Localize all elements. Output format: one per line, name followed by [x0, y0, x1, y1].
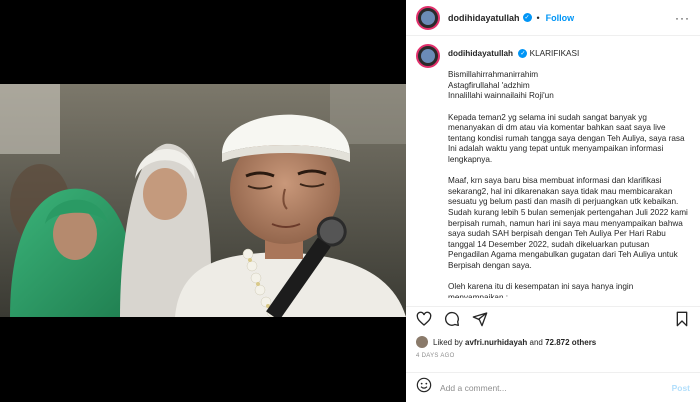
caption-verified-icon: ✓ — [518, 49, 528, 59]
caption-area: dodihidayatullah ✓ KLARIFIKASI Bismillah… — [406, 36, 700, 298]
bookmark-icon[interactable] — [674, 311, 690, 327]
caption-paragraph: Maaf, krn saya baru bisa membuat informa… — [448, 176, 688, 270]
heart-icon[interactable] — [416, 311, 432, 327]
post-comment-button[interactable]: Post — [672, 383, 690, 393]
avatar[interactable] — [416, 5, 440, 30]
caption-username[interactable]: dodihidayatullah — [448, 49, 513, 58]
caption-text: dodihidayatullah ✓ KLARIFIKASI Bismillah… — [448, 44, 690, 298]
caption-paragraph: Kepada teman2 yg selama ini sudah sangat… — [448, 112, 685, 164]
likes-prefix: Liked by — [433, 337, 463, 347]
comment-icon[interactable] — [444, 311, 460, 327]
caption-line: Bismillahirrahmanirrahim — [448, 70, 539, 80]
header-username[interactable]: dodihidayatullah — [448, 13, 520, 23]
caption-paragraph: Oleh karena itu di kesempatan ini saya h… — [448, 282, 634, 298]
follow-button[interactable]: Follow — [546, 13, 575, 23]
separator-dot: • — [536, 12, 540, 23]
caption-tag: KLARIFIKASI — [529, 49, 580, 58]
caption-line: Innalillahi wainnailaihi Roji'un — [448, 91, 554, 101]
post-panel: dodihidayatullah ✓ • Follow ··· dodihida… — [406, 0, 700, 402]
likes-and: and — [529, 337, 543, 347]
caption-avatar[interactable] — [416, 44, 440, 68]
more-options-icon[interactable]: ··· — [675, 11, 690, 25]
comment-input[interactable] — [440, 382, 672, 393]
liker-avatar[interactable] — [416, 336, 428, 348]
emoji-icon[interactable] — [416, 377, 432, 398]
post-image[interactable] — [0, 84, 406, 317]
likes-count[interactable]: 72.872 others — [545, 338, 596, 347]
post-header: dodihidayatullah ✓ • Follow ··· — [406, 0, 700, 36]
post-timestamp[interactable]: 4 DAYS AGO — [416, 353, 455, 359]
liker-username[interactable]: avfri.nurhidayah — [465, 338, 527, 347]
comment-bar: Post — [406, 372, 700, 402]
photo-illustration — [0, 84, 406, 317]
share-icon[interactable] — [472, 311, 488, 327]
likes-summary: Liked by avfri.nurhidayah and 72.872 oth… — [416, 336, 596, 348]
caption-line: Astagfirullahal 'adzhim — [448, 80, 530, 90]
verified-badge-icon: ✓ — [522, 13, 532, 22]
action-bar — [406, 306, 700, 330]
